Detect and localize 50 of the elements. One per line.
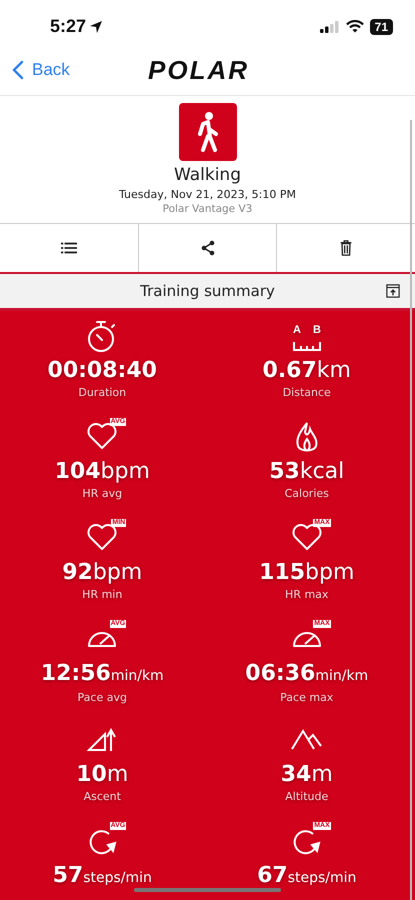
signal-icon (320, 20, 340, 32)
metric-value: 10m (76, 762, 128, 788)
metric-label: HR min (82, 588, 122, 601)
heart-icon (88, 526, 116, 550)
device-name: Polar Vantage V3 (162, 203, 252, 215)
metric-label: Distance (282, 386, 331, 399)
metric-value: 00:08:40 (48, 358, 157, 384)
gauge-icon (88, 632, 116, 646)
metric-label: Pace max (280, 691, 334, 704)
trash-icon (338, 240, 354, 256)
metric-value: 34m (280, 762, 333, 788)
metric-value: 57steps/min (52, 863, 152, 890)
metric-value: 115bpm (259, 560, 354, 586)
section-title: Training summary (140, 282, 275, 300)
metric-label: Calories (284, 487, 329, 500)
heart-icon (88, 425, 116, 449)
metric-label: Altitude (285, 790, 328, 803)
gauge-icon (292, 632, 321, 646)
brand-logo: POLAR (148, 54, 249, 86)
metric-label: Ascent (84, 790, 121, 803)
metric-value: 104bpm (54, 459, 150, 485)
wifi-icon (346, 20, 364, 33)
status-time: 5:27 (50, 16, 86, 37)
chevron-left-icon (12, 60, 24, 80)
metric-label: Duration (78, 386, 126, 399)
metric-value: 53kcal (269, 459, 344, 485)
list-icon (60, 240, 77, 256)
battery-icon: 71 (370, 18, 393, 34)
metric-value: 12:56min/km (40, 661, 164, 688)
stopwatch-icon (88, 320, 116, 352)
metric-label: HR max (285, 588, 328, 601)
ascent-icon (88, 728, 116, 752)
flame-icon (296, 422, 318, 452)
location-arrow-icon (89, 20, 104, 34)
metric-value: 92bpm (62, 560, 142, 586)
metric-value: 06:36min/km (245, 661, 368, 688)
metric-value: 67steps/min (257, 863, 356, 890)
mountain-icon (291, 730, 322, 750)
activity-title: Walking (174, 165, 241, 185)
heart-icon (292, 526, 321, 550)
back-button[interactable]: Back (0, 60, 70, 80)
cadence-icon (293, 829, 320, 853)
walking-icon (178, 103, 236, 161)
metric-label: HR avg (82, 487, 122, 500)
metric-label: Pace avg (78, 691, 127, 704)
metric-value: 0.67km (262, 358, 351, 384)
share-icon (200, 240, 216, 256)
cadence-icon (88, 829, 116, 853)
export-icon[interactable] (386, 284, 400, 298)
activity-date: Tuesday, Nov 21, 2023, 5:10 PM (118, 188, 296, 201)
